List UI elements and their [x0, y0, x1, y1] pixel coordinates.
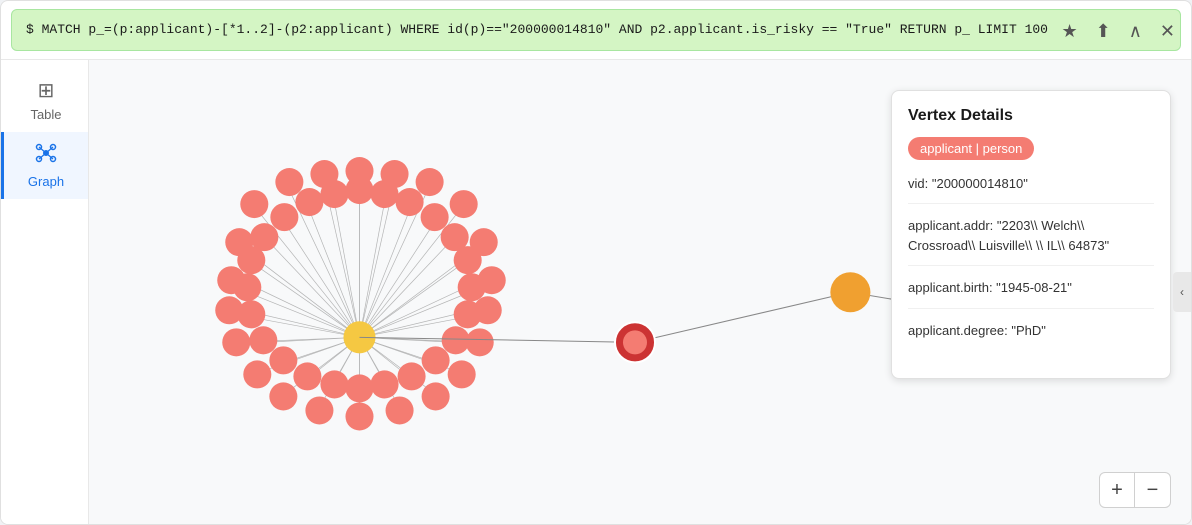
sidebar-item-graph[interactable]: Graph: [1, 132, 88, 199]
vertex-details-panel: Vertex Details applicant | person vid: "…: [891, 90, 1171, 380]
sidebar-item-table-label: Table: [30, 107, 61, 122]
sidebar: ⊞ Table Graph: [1, 60, 89, 525]
vertex-field-degree-label: applicant.degree: "PhD": [908, 323, 1046, 338]
zoom-out-button[interactable]: −: [1135, 472, 1171, 508]
vertex-tag[interactable]: applicant | person: [908, 137, 1034, 160]
vertex-field-birth: applicant.birth: "1945-08-21": [908, 278, 1154, 309]
vertex-field-birth-label: applicant.birth:: [908, 280, 996, 295]
share-button[interactable]: ⬆: [1094, 19, 1113, 44]
star-button[interactable]: ★: [1059, 19, 1079, 44]
graph-canvas[interactable]: Vertex Details applicant | person vid: "…: [89, 60, 1191, 525]
vertex-panel-title: Vertex Details: [908, 107, 1154, 125]
collapse-panel-button[interactable]: ‹: [1173, 272, 1191, 312]
sidebar-item-table[interactable]: ⊞ Table: [1, 68, 88, 132]
zoom-in-button[interactable]: +: [1099, 472, 1135, 508]
vertex-field-addr-label: applicant.addr:: [908, 218, 997, 233]
graph-icon: [35, 142, 57, 170]
vertex-field-vid-label: vid:: [908, 176, 932, 191]
vertex-field-addr: applicant.addr: "2203\\ Welch\\ Crossroa…: [908, 216, 1154, 266]
vertex-field-vid-value: "200000014810": [932, 176, 1028, 191]
vertex-field-birth-value: "1945-08-21": [996, 280, 1072, 295]
vertex-field-degree: applicant.degree: "PhD": [908, 321, 1154, 351]
sidebar-item-graph-label: Graph: [28, 174, 64, 189]
table-icon: ⊞: [38, 78, 55, 103]
query-display: $ MATCH p_=(p:applicant)-[*1..2]-(p2:app…: [11, 9, 1181, 51]
close-query-button[interactable]: ✕: [1158, 19, 1177, 44]
collapse-query-button[interactable]: ∧: [1127, 19, 1144, 44]
vertex-field-vid: vid: "200000014810": [908, 174, 1154, 205]
zoom-controls: + −: [1099, 472, 1171, 508]
query-text: $ MATCH p_=(p:applicant)-[*1..2]-(p2:app…: [26, 22, 1048, 37]
